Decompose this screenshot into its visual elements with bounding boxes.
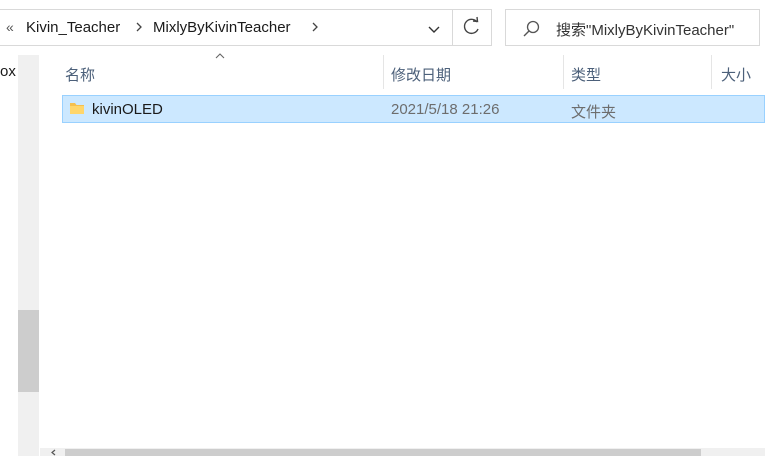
breadcrumb-item-mixly[interactable]: MixlyByKivinTeacher: [153, 19, 291, 36]
file-row-kivinoled[interactable]: kivinOLED 2021/5/18 21:26 文件夹: [62, 95, 765, 123]
nav-scrollbar-thumb[interactable]: [18, 310, 39, 392]
column-divider[interactable]: [711, 55, 712, 89]
chevron-right-icon[interactable]: [134, 17, 144, 37]
scroll-left-icon[interactable]: [50, 449, 58, 456]
search-placeholder: 搜索"MixlyByKivinTeacher": [556, 22, 735, 39]
column-divider[interactable]: [563, 55, 564, 89]
refresh-button[interactable]: [453, 9, 492, 46]
refresh-icon: [463, 16, 479, 35]
column-header-size[interactable]: 大小: [721, 64, 751, 85]
column-header-row: 名称 修改日期 类型 大小: [40, 53, 765, 90]
nav-scrollbar[interactable]: [18, 55, 39, 456]
search-icon: [523, 20, 540, 37]
nav-item-partial[interactable]: ox: [0, 63, 16, 80]
chevron-down-icon[interactable]: [422, 18, 446, 40]
file-type: 文件夹: [571, 104, 617, 121]
sort-ascending-icon: [215, 53, 225, 59]
address-bar[interactable]: « Kivin_Teacher MixlyByKivinTeacher: [0, 9, 453, 46]
breadcrumb-overflow-button[interactable]: «: [6, 19, 14, 35]
search-input[interactable]: 搜索"MixlyByKivinTeacher": [505, 9, 760, 46]
column-header-name[interactable]: 名称: [65, 64, 95, 85]
breadcrumb-item-kivin-teacher[interactable]: Kivin_Teacher: [26, 19, 120, 36]
column-divider[interactable]: [383, 55, 384, 89]
folder-icon: [70, 103, 84, 114]
column-header-date[interactable]: 修改日期: [391, 64, 451, 85]
column-header-type[interactable]: 类型: [571, 64, 601, 85]
chevron-right-icon[interactable]: [310, 17, 320, 37]
file-name[interactable]: kivinOLED: [92, 101, 163, 118]
file-date: 2021/5/18 21:26: [391, 101, 500, 118]
horizontal-scrollbar-thumb[interactable]: [65, 449, 701, 456]
